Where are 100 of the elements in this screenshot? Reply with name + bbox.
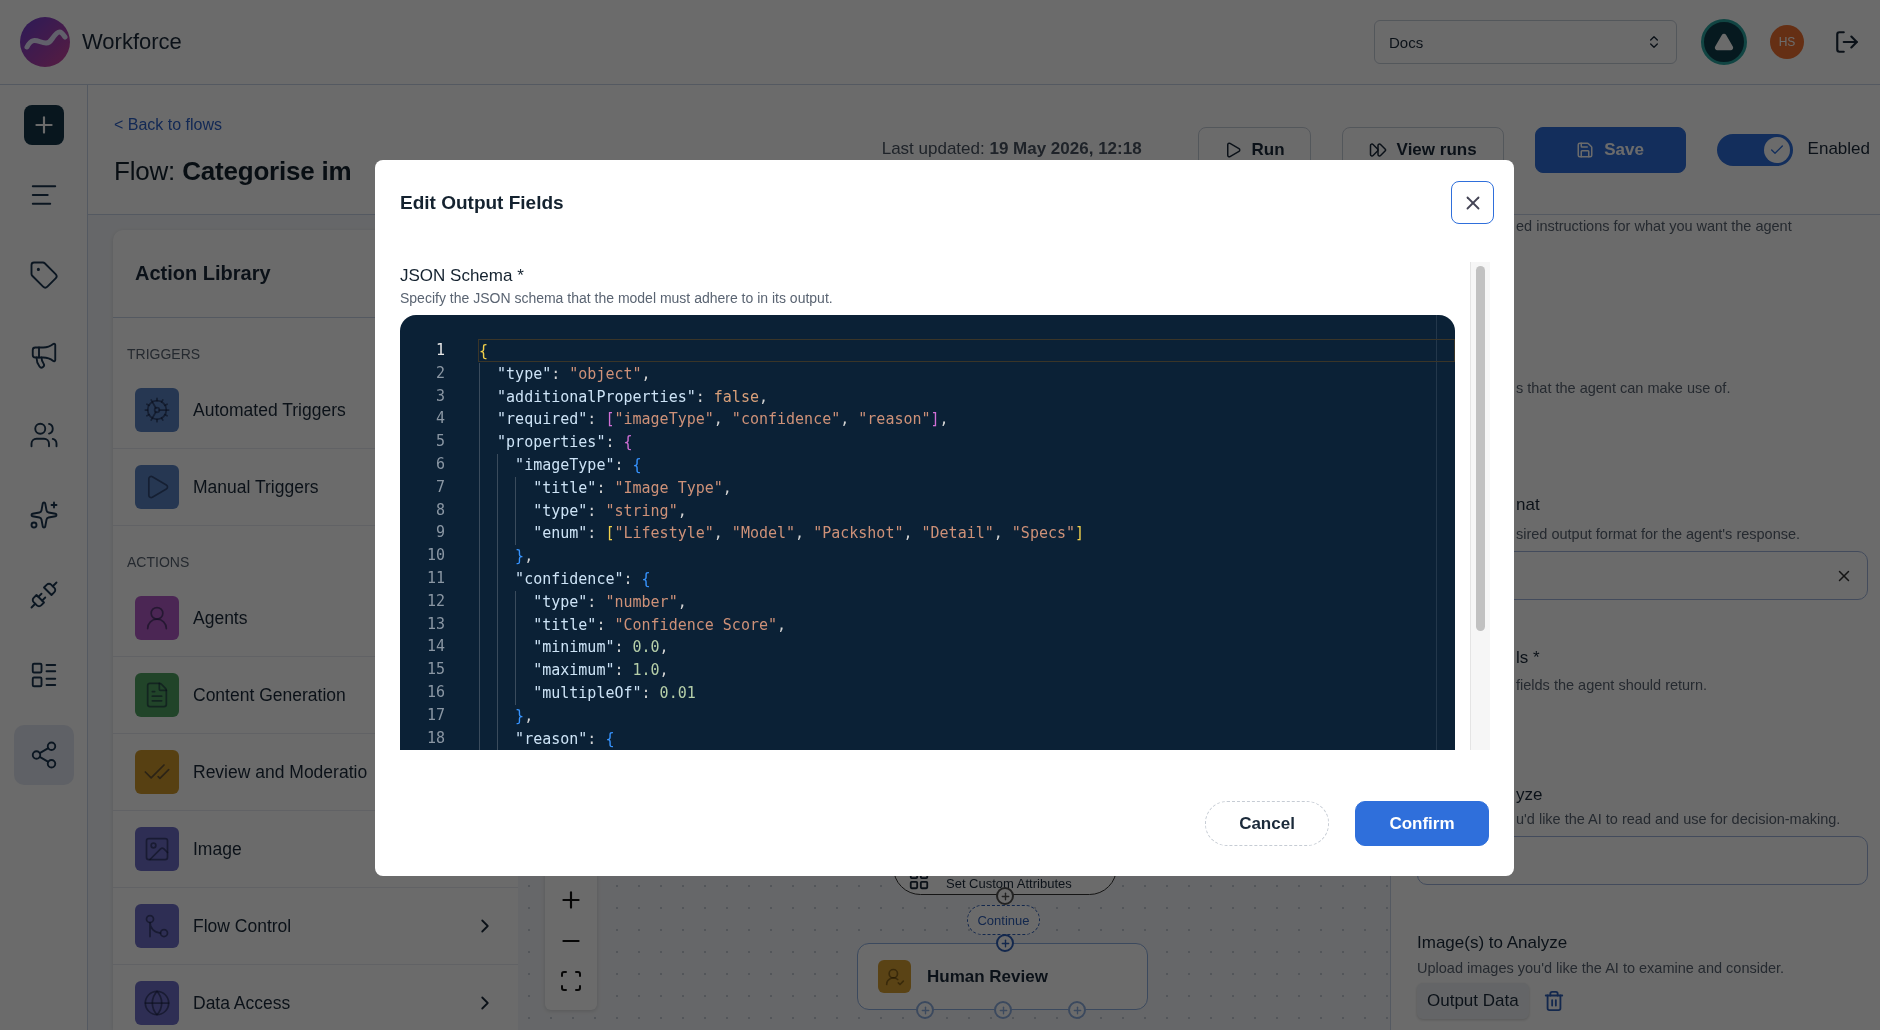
flow-title: Flow: Categorise im <box>114 156 352 187</box>
field-description: Upload images you'd like the AI to examine and consider. <box>1417 959 1786 977</box>
code-line: "properties": { <box>478 430 1455 453</box>
delete-icon[interactable] <box>1542 990 1565 1012</box>
line-number: 9 <box>434 522 446 544</box>
code-line: "reason": { <box>478 726 1455 750</box>
cancel-button[interactable]: Cancel <box>1205 801 1329 846</box>
code-line: "additionalProperties": false, <box>478 384 1455 408</box>
merge-icon <box>135 904 179 948</box>
enabled-toggle[interactable] <box>1716 134 1793 166</box>
code-line: "type": "string", <box>478 498 1455 522</box>
double-check-icon <box>135 750 179 794</box>
line-number: 8 <box>434 499 446 521</box>
code-line: }, <box>478 703 1455 727</box>
person-icon <box>135 596 179 640</box>
organization-avatar[interactable] <box>1701 19 1747 65</box>
field-description: s that the agent can make use of. <box>1516 379 1732 397</box>
node-label: Set Custom Attributes <box>946 876 1072 891</box>
people-icon <box>28 420 59 450</box>
node-label: Human Review <box>927 966 1048 987</box>
code-line: "type": "object", <box>478 361 1455 385</box>
library-item[interactable]: Agents <box>193 607 248 629</box>
section-label: TRIGGERS <box>127 346 201 362</box>
scrollbar[interactable] <box>1470 262 1490 750</box>
line-number: 11 <box>425 567 446 589</box>
field-description: ed instructions for what you want the agent <box>1516 217 1793 235</box>
close-button[interactable] <box>1451 181 1494 224</box>
library-item[interactable]: Manual Triggers <box>193 476 319 498</box>
line-number: 7 <box>434 476 446 498</box>
add-handle[interactable] <box>996 887 1014 905</box>
field-label: Image(s) to Analyze <box>1417 932 1569 954</box>
field-description: sired output format for the agent's response. <box>1516 525 1802 543</box>
field-description: u'd like the AI to read and use for decision-making. <box>1516 810 1842 828</box>
code-line: "minimum": 0.0, <box>478 635 1455 659</box>
logo-icon <box>20 17 70 67</box>
library-item[interactable]: Automated Triggers <box>193 399 346 421</box>
save-icon <box>1576 141 1595 159</box>
branch-label[interactable]: Continue <box>967 905 1040 935</box>
document-icon <box>135 673 179 717</box>
section-label: ACTIONS <box>127 554 190 570</box>
line-number: 18 <box>425 727 446 749</box>
line-number: 14 <box>425 636 446 658</box>
last-updated: Last updated: 19 May 2026, 12:18 <box>881 139 1142 159</box>
new-button[interactable] <box>23 105 64 145</box>
library-item[interactable]: Review and Moderatio <box>193 761 368 783</box>
tag-icon <box>28 260 59 290</box>
logout-icon[interactable] <box>1834 29 1860 55</box>
code-line: "type": "number", <box>478 589 1455 613</box>
save-button[interactable]: Save <box>1534 127 1686 173</box>
image-icon <box>135 827 179 871</box>
line-number: 3 <box>434 385 446 407</box>
nav-item[interactable] <box>13 725 74 785</box>
code-line: "confidence": { <box>478 566 1455 590</box>
flow-node[interactable]: Human Review <box>857 943 1148 1010</box>
add-handle[interactable] <box>996 934 1014 952</box>
field-label: nat <box>1516 494 1541 516</box>
fit-view-icon[interactable] <box>559 968 583 993</box>
library-item[interactable]: Data Access <box>193 992 291 1014</box>
add-handle[interactable] <box>1068 1001 1086 1019</box>
code-line: "title": "Confidence Score", <box>478 612 1455 636</box>
modal-title: Edit Output Fields <box>400 191 564 214</box>
workspace-select[interactable]: Docs <box>1374 20 1677 64</box>
field-label: ls * <box>1516 647 1541 669</box>
line-number: 2 <box>434 362 446 384</box>
gear-icon <box>135 388 179 432</box>
code-line: "enum": ["Lifestyle", "Model", "Packshot", "Detail", "Specs"] <box>478 521 1455 545</box>
user-avatar[interactable]: HS <box>1770 25 1804 59</box>
code-line: "maximum": 1.0, <box>478 658 1455 681</box>
globe-icon <box>135 981 179 1025</box>
line-number: 6 <box>434 454 446 475</box>
fast-forward-icon <box>1368 141 1387 159</box>
library-item[interactable]: Content Generation <box>193 684 346 706</box>
add-handle[interactable] <box>994 1001 1012 1019</box>
toggle-label: Enabled <box>1807 139 1870 159</box>
code-line: }, <box>478 544 1455 567</box>
line-number: 15 <box>425 659 446 681</box>
line-number: 13 <box>425 613 446 635</box>
field-description: fields the agent should return. <box>1516 676 1709 694</box>
back-link[interactable]: < Back to flows <box>114 116 352 134</box>
line-number: 10 <box>425 545 446 567</box>
line-number: 12 <box>425 590 446 612</box>
sparkles-icon <box>28 500 59 530</box>
code-line: "multipleOf": 0.01 <box>478 680 1455 704</box>
plug-icon <box>28 580 59 610</box>
line-number: 1 <box>434 340 446 361</box>
code-line: "required": ["imageType", "confidence", "reason"], <box>478 407 1455 431</box>
line-number: 17 <box>425 704 446 726</box>
library-item[interactable]: Flow Control <box>193 915 292 937</box>
line-number: 4 <box>434 408 446 430</box>
app-name: Workforce <box>82 29 182 55</box>
line-number: 16 <box>425 681 446 703</box>
library-item[interactable]: Image <box>193 838 242 860</box>
confirm-button[interactable]: Confirm <box>1355 801 1489 846</box>
code-line: "title": "Image Type", <box>478 475 1455 499</box>
data-chip[interactable]: Output Data <box>1417 983 1529 1019</box>
person-check-icon <box>878 960 911 993</box>
play-icon <box>135 465 179 509</box>
line-number: 5 <box>434 431 446 453</box>
add-handle[interactable] <box>916 1001 934 1019</box>
field-label: yze <box>1516 784 1544 806</box>
